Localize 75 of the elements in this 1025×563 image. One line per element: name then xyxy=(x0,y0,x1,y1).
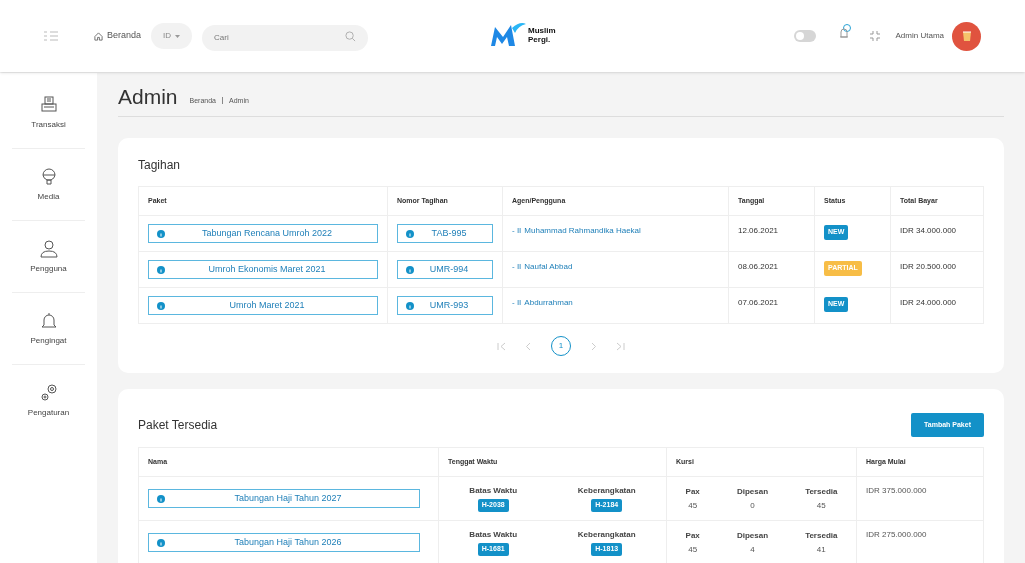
info-icon xyxy=(157,494,165,503)
sidebar-item[interactable]: Pengaturan xyxy=(12,365,85,437)
page-title: Admin xyxy=(118,86,178,107)
card-title: Paket Tersedia xyxy=(138,417,218,434)
first-page-icon[interactable] xyxy=(497,341,506,351)
agent-link[interactable]: Abdurrahman xyxy=(524,298,573,307)
info-icon xyxy=(406,229,414,238)
logo-icon xyxy=(490,22,526,48)
last-page-icon[interactable] xyxy=(616,341,625,351)
deadline-label: Batas Waktu xyxy=(469,529,518,542)
fullscreen-icon[interactable] xyxy=(869,31,880,41)
agent-prefix: - II xyxy=(512,226,522,235)
package-button[interactable]: Umroh Ekonomis Maret 2021 xyxy=(148,260,378,279)
amount-text: IDR 34.000.000 xyxy=(900,226,957,235)
deadline-label: Keberangkatan xyxy=(577,529,636,542)
user-avatar[interactable] xyxy=(952,21,981,51)
info-icon xyxy=(157,229,165,238)
amount-text: IDR 24.000.000 xyxy=(900,298,957,307)
package-button[interactable]: Tabungan Haji Tahun 2026 xyxy=(148,533,420,552)
invoice-button[interactable]: TAB-995 xyxy=(397,224,493,243)
agent-link[interactable]: Muhammad Rahmandika Haekal xyxy=(524,226,641,235)
package-button[interactable]: Tabungan Haji Tahun 2027 xyxy=(148,489,420,508)
invoice-button[interactable]: UMR-993 xyxy=(397,296,493,315)
printer-icon xyxy=(38,94,59,115)
sidebar-item[interactable]: Transaksi xyxy=(12,77,85,149)
date-text: 08.06.2021 xyxy=(738,262,779,271)
info-icon xyxy=(406,301,414,310)
seat-count: 45 xyxy=(688,499,698,512)
agent-prefix: - II xyxy=(512,298,522,307)
seat-count: 45 xyxy=(688,543,698,556)
language-dropdown[interactable]: ID xyxy=(151,23,193,49)
sidebar-item[interactable]: Pengguna xyxy=(12,221,85,293)
search-field[interactable]: Cari xyxy=(202,24,369,51)
seat-label: Pax xyxy=(685,485,700,498)
seat-label: Pax xyxy=(685,529,700,542)
seat-count: 45 xyxy=(816,499,826,512)
seat-count: 0 xyxy=(750,499,755,512)
seat-label: Dipesan xyxy=(736,485,768,498)
toggle-switch[interactable] xyxy=(793,30,816,42)
seat-label: Tersedia xyxy=(805,529,838,542)
invoice-button[interactable]: UMR-994 xyxy=(397,260,493,279)
user-icon xyxy=(38,238,59,259)
agent-link[interactable]: Naufal Abbad xyxy=(524,262,573,271)
info-icon xyxy=(406,265,414,274)
info-icon xyxy=(157,538,165,547)
previous-page-icon[interactable] xyxy=(524,341,533,351)
price-text: IDR 275.000.000 xyxy=(866,530,927,539)
deadline-label: Batas Waktu xyxy=(469,485,518,498)
search-icon[interactable] xyxy=(345,31,357,42)
date-text: 07.06.2021 xyxy=(738,298,779,307)
date-text: 12.06.2021 xyxy=(738,226,779,235)
package-button[interactable]: Umroh Maret 2021 xyxy=(148,296,378,315)
home-link[interactable]: Beranda xyxy=(94,29,142,43)
menu-icon[interactable] xyxy=(44,31,58,41)
next-page-icon[interactable] xyxy=(589,341,598,351)
seat-label: Tersedia xyxy=(805,485,838,498)
agent-prefix: - II xyxy=(512,262,522,271)
sidebar-item[interactable]: Pengingat xyxy=(12,293,85,365)
caret-icon xyxy=(175,34,181,38)
deadline-label: Keberangkatan xyxy=(577,485,636,498)
info-icon xyxy=(157,265,165,274)
logo-text: Muslim Pergi. xyxy=(528,26,556,44)
sidebar-item[interactable]: Media xyxy=(12,149,85,221)
home-icon xyxy=(94,31,103,41)
notification-bell-icon[interactable] xyxy=(837,24,852,40)
card-title: Tagihan xyxy=(138,157,182,174)
amount-text: IDR 20.500.000 xyxy=(900,262,957,271)
package-button[interactable]: Tabungan Rencana Umroh 2022 xyxy=(148,224,378,243)
price-text: IDR 375.000.000 xyxy=(866,486,927,495)
seat-label: Dipesan xyxy=(736,529,768,542)
gears-icon xyxy=(38,383,59,403)
info-icon xyxy=(157,301,165,310)
seat-count: 4 xyxy=(750,543,755,556)
user-name[interactable]: Admin Utama xyxy=(895,30,944,42)
seat-count: 41 xyxy=(816,543,826,556)
